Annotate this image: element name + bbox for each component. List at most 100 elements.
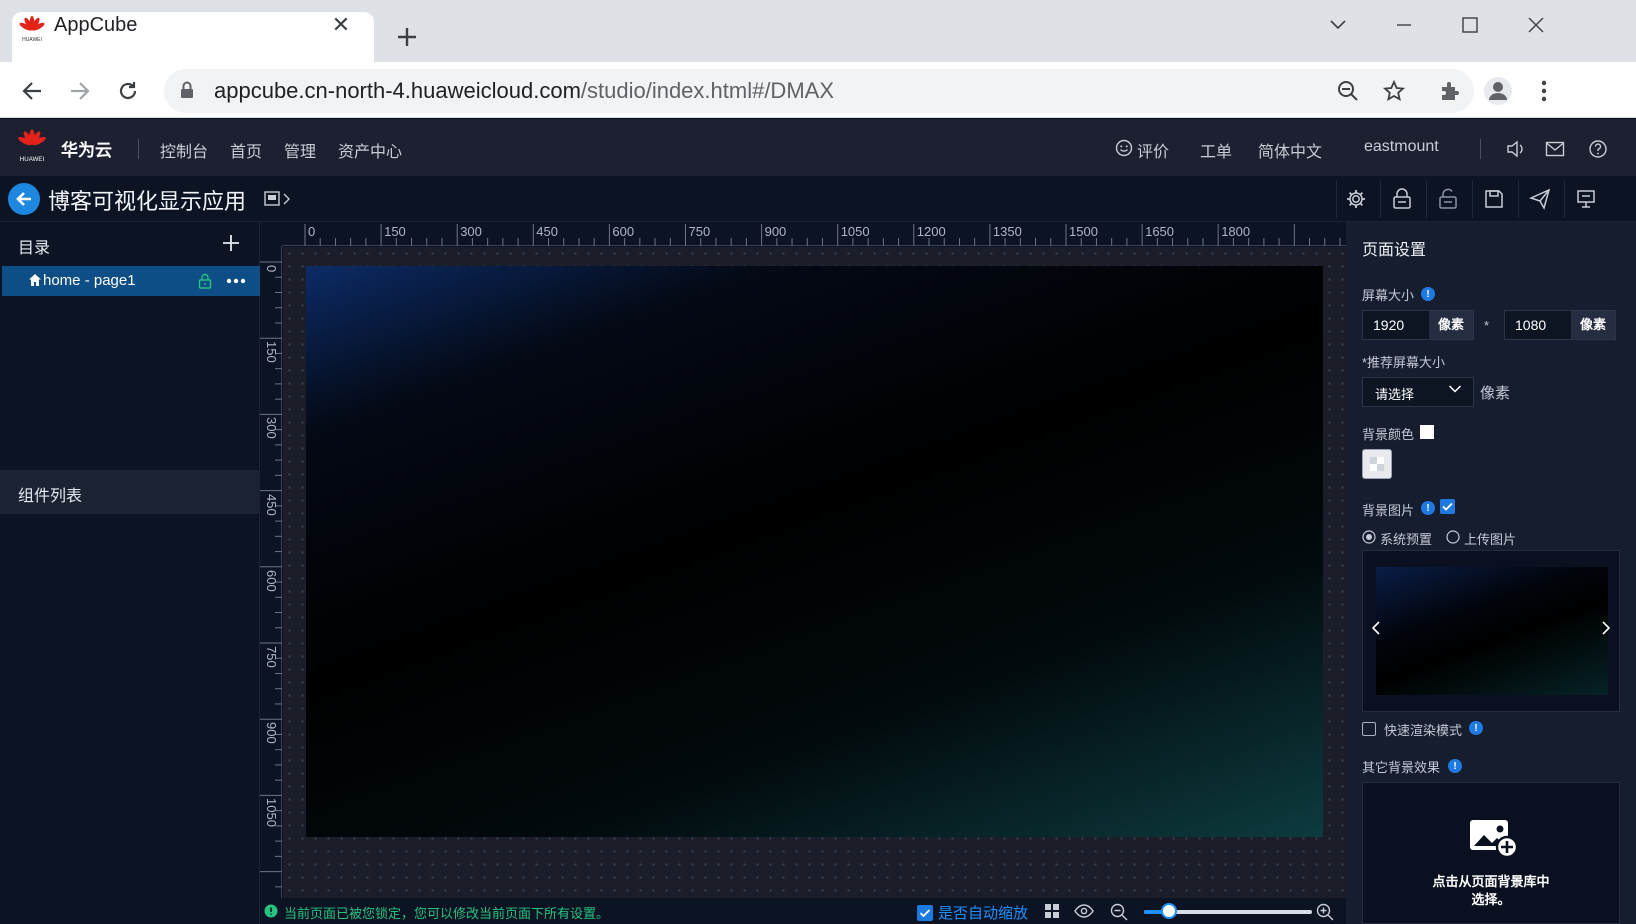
bg-image-thumbnail[interactable] (1376, 567, 1608, 695)
toolbar-divider (1564, 180, 1565, 218)
h-ruler-label: 1050 (840, 224, 870, 239)
carousel-prev-icon[interactable] (1370, 620, 1382, 636)
maximize-icon[interactable] (1448, 10, 1492, 40)
close-window-icon[interactable] (1514, 10, 1558, 40)
url-text[interactable]: appcube.cn-north-4.huaweicloud.com/studi… (214, 78, 834, 104)
preview-screen-icon[interactable] (1566, 184, 1606, 214)
profile-avatar-icon[interactable] (1480, 72, 1516, 110)
feedback-link[interactable]: 评价 (1137, 138, 1169, 162)
h-ruler-label: 0 (308, 224, 316, 239)
chevron-down-icon[interactable] (1448, 384, 1462, 394)
add-page-icon[interactable] (220, 232, 242, 254)
nav-assets[interactable]: 资产中心 (338, 138, 402, 162)
recommended-size-value[interactable]: 请选择 (1375, 384, 1414, 403)
h-ruler-label: 750 (688, 224, 711, 239)
info-icon[interactable]: ! (1448, 759, 1462, 773)
username[interactable]: eastmount (1364, 138, 1439, 156)
bg-color-swatch[interactable] (1362, 449, 1392, 479)
zoom-in-canvas-icon[interactable] (1316, 903, 1334, 921)
huawei-favicon-icon: HUAWEI (18, 14, 46, 42)
size-times-sign: * (1484, 318, 1490, 333)
save-icon[interactable] (1474, 184, 1514, 214)
carousel-next-icon[interactable] (1600, 620, 1612, 636)
unlock-page-icon[interactable] (1428, 184, 1468, 214)
page-switch-icon[interactable] (264, 190, 294, 208)
info-icon[interactable]: ! (1421, 501, 1435, 515)
mail-icon[interactable] (1540, 134, 1570, 164)
smiley-icon[interactable] (1115, 139, 1133, 157)
tab-close-icon[interactable]: ✕ (328, 12, 354, 38)
ticket-link[interactable]: 工单 (1200, 138, 1232, 162)
v-ruler-label: 900 (264, 722, 279, 744)
info-icon[interactable]: ! (1469, 721, 1483, 735)
radio-system-preset[interactable] (1362, 530, 1376, 544)
info-success-icon (264, 904, 278, 918)
new-tab-icon[interactable] (392, 22, 422, 52)
speaker-icon[interactable] (1500, 134, 1530, 164)
h-ruler-label: 1800 (1221, 224, 1251, 239)
h-ruler-label: 900 (764, 224, 787, 239)
minimize-icon[interactable] (1382, 10, 1426, 40)
settings-gear-icon[interactable] (1336, 184, 1376, 214)
nav-console[interactable]: 控制台 (160, 138, 208, 162)
other-effects-label: 其它背景效果 (1362, 760, 1441, 775)
back-arrow-icon[interactable] (8, 183, 40, 215)
zoom-out-icon[interactable] (1330, 72, 1366, 110)
recommended-unit: 像素 (1480, 385, 1511, 402)
screen-stage[interactable] (306, 266, 1323, 837)
screen-width-input[interactable]: 1920 像素 (1362, 310, 1474, 340)
info-icon[interactable]: ! (1421, 287, 1435, 301)
h-ruler-label: 150 (384, 224, 406, 239)
extensions-icon[interactable] (1432, 72, 1468, 110)
back-icon[interactable] (14, 72, 50, 110)
directory-title: 目录 (18, 240, 51, 257)
bg-image-checkbox[interactable] (1440, 499, 1455, 514)
left-panel (0, 222, 260, 924)
forward-icon[interactable] (62, 72, 98, 110)
zoom-slider-handle[interactable] (1161, 903, 1177, 919)
toolbar-divider (1380, 180, 1381, 218)
component-list-title: 组件列表 (18, 488, 83, 505)
toolbar-divider (1472, 180, 1473, 218)
fast-render-checkbox[interactable] (1362, 722, 1376, 736)
h-ruler-label: 600 (612, 224, 635, 239)
lock-page-icon[interactable] (1382, 184, 1422, 214)
h-ruler-label: 300 (460, 224, 482, 239)
autozoom-checkbox[interactable] (917, 905, 933, 921)
h-ruler-label: 1500 (1069, 224, 1098, 239)
help-icon[interactable] (1583, 134, 1613, 164)
radio-upload-label[interactable]: 上传图片 (1464, 529, 1516, 548)
brand-name[interactable]: 华为云 (61, 136, 112, 161)
page-more-icon[interactable] (226, 278, 246, 284)
h-ruler-label: 1650 (1145, 224, 1175, 239)
screen-height-input[interactable]: 1080 像素 (1504, 310, 1616, 340)
nav-home[interactable]: 首页 (230, 138, 262, 162)
bg-library-text[interactable]: 点击从页面背景库中 选择。 (1362, 873, 1620, 909)
radio-upload-image[interactable] (1446, 530, 1460, 544)
zoom-out-canvas-icon[interactable] (1110, 903, 1128, 921)
h-ruler-label: 1350 (992, 224, 1022, 239)
radio-system-label[interactable]: 系统预置 (1380, 529, 1432, 548)
publish-send-icon[interactable] (1520, 184, 1560, 214)
page-item-label: home - page1 (43, 272, 136, 289)
reload-icon[interactable] (110, 72, 146, 110)
eye-preview-icon[interactable] (1074, 903, 1094, 919)
bookmark-star-icon[interactable] (1376, 72, 1412, 110)
v-ruler-label: 300 (264, 417, 279, 440)
header-divider-right (1480, 139, 1481, 159)
app-title: 博客可视化显示应用 (48, 189, 247, 214)
svg-text:HUAWEI: HUAWEI (20, 156, 45, 163)
ruler-corner (260, 222, 282, 246)
language-switch[interactable]: 简体中文 (1258, 138, 1322, 162)
grid-view-icon[interactable] (1044, 903, 1060, 919)
huawei-logo[interactable]: HUAWEI (16, 127, 48, 165)
fast-render-label[interactable]: 快速渲染模式 (1384, 720, 1462, 739)
tab-search-icon[interactable] (1316, 10, 1360, 40)
bg-color-checkbox[interactable] (1420, 425, 1434, 439)
autozoom-label[interactable]: 是否自动缩放 (938, 902, 1028, 923)
menu-kebab-icon[interactable] (1526, 72, 1562, 110)
nav-manage[interactable]: 管理 (284, 138, 316, 162)
lock-icon[interactable] (180, 81, 194, 99)
tab-title: AppCube (54, 14, 138, 36)
page-lock-icon[interactable] (198, 273, 212, 289)
